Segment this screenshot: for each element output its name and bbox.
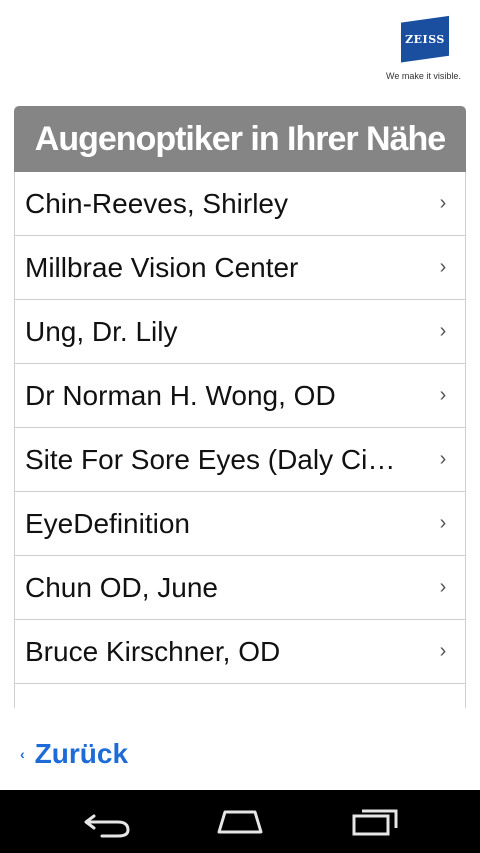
chevron-left-icon: ‹ [20, 746, 25, 762]
list-item-label: Site For Sore Eyes (Daly Ci… [25, 443, 396, 475]
list-item[interactable]: Chun OD, June › [14, 556, 466, 620]
chevron-right-icon: › [439, 576, 447, 598]
chevron-right-icon: › [439, 640, 447, 662]
list-item[interactable]: Millbrae Vision Center › [14, 236, 466, 300]
list-item-label: Bruce Kirschner, OD [25, 635, 281, 667]
back-link[interactable]: ‹ Zurück [20, 734, 128, 774]
chevron-right-icon: › [439, 320, 447, 342]
chevron-right-icon: › [439, 448, 447, 470]
chevron-right-icon: › [439, 512, 447, 534]
panel-title: Augenoptiker in Ihrer Nähe [14, 106, 466, 172]
list-item[interactable]: Chin-Reeves, Shirley › [14, 172, 466, 236]
system-nav-bar [0, 790, 480, 853]
nav-back-button[interactable] [72, 800, 142, 844]
back-link-label: Zurück [34, 738, 129, 769]
home-icon [217, 810, 263, 834]
list-item-label: EyeDefinition [25, 507, 190, 539]
list-item[interactable]: Site For Sore Eyes (Daly Ci… › [14, 428, 466, 492]
zeiss-logo: ZEISS We make it visible. [386, 15, 466, 85]
list-item-label: Millbrae Vision Center [25, 251, 299, 283]
zeiss-logo-mark: ZEISS [401, 15, 449, 63]
nav-home-button[interactable] [205, 800, 275, 844]
list-item[interactable]: EyeDefinition › [14, 492, 466, 556]
logo-text: ZEISS [405, 32, 445, 46]
nav-recent-button[interactable] [340, 800, 410, 844]
optician-list-panel: Augenoptiker in Ihrer Nähe Chin-Reeves, … [14, 106, 466, 708]
list-item-label: Ung, Dr. Lily [25, 315, 178, 347]
list-item-label: Dr Norman H. Wong, OD [25, 379, 336, 411]
list-item[interactable]: Bruce Kirschner, OD › [14, 620, 466, 684]
chevron-right-icon: › [439, 192, 447, 214]
chevron-right-icon: › [439, 384, 447, 406]
list-item-label: Chun OD, June [25, 571, 218, 603]
back-icon [84, 814, 130, 838]
tagline: We make it visible. [386, 71, 461, 81]
list-item[interactable]: Dr Norman H. Wong, OD › [14, 364, 466, 428]
list-item-label: Chin-Reeves, Shirley [25, 187, 288, 219]
recent-apps-icon [352, 809, 398, 836]
chevron-right-icon: › [439, 256, 447, 278]
list-item[interactable] [14, 684, 466, 708]
list-item[interactable]: Ung, Dr. Lily › [14, 300, 466, 364]
